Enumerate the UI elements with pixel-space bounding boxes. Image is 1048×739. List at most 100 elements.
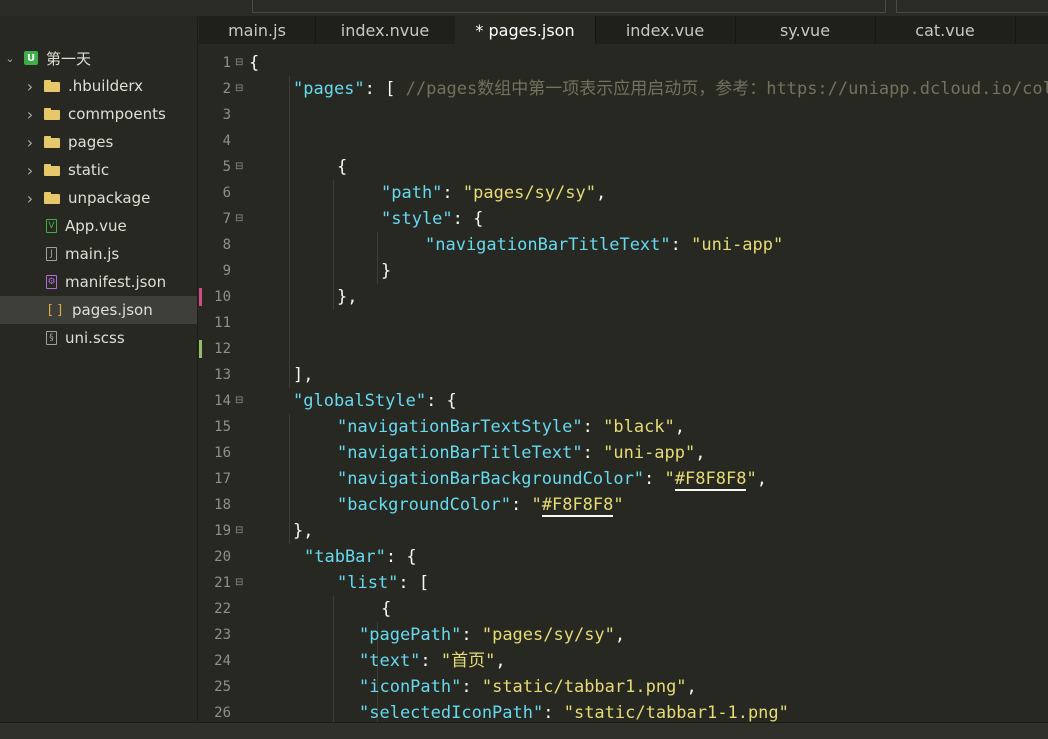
code-line: 16 "navigationBarTitleText": "uni-app", <box>199 440 1048 466</box>
code-text: }, <box>337 284 357 310</box>
tab-cat-vue[interactable]: cat.vue <box>875 16 1016 44</box>
search-box[interactable] <box>896 0 1048 13</box>
fold-icon[interactable]: ⊟ <box>235 388 243 414</box>
code-text: } <box>381 258 391 284</box>
string-token: "首页" <box>440 651 496 671</box>
sidebar-item-commpoents[interactable]: › commpoents <box>0 100 197 128</box>
address-bar[interactable] <box>252 0 886 13</box>
fold-icon[interactable]: ⊟ <box>235 518 243 544</box>
punctuation-token: ], <box>293 365 314 385</box>
fold-icon[interactable]: ⊟ <box>235 50 243 76</box>
code-text: "pages": [ //pages数组中第一项表示应用启动页，参考：https… <box>293 76 1048 102</box>
tab-index-nvue[interactable]: index.nvue <box>315 16 456 44</box>
sidebar-item-label: uni.scss <box>65 329 125 347</box>
line-number: 8 <box>222 237 231 253</box>
code-line: 18 "backgroundColor": "#F8F8F8" <box>199 492 1048 518</box>
sidebar-item-hbuilderx[interactable]: › .hbuilderx <box>0 72 197 100</box>
tab-pages-json[interactable]: * pages.json <box>455 16 596 44</box>
chevron-right-icon[interactable]: › <box>24 77 36 96</box>
string-token: #F8F8F8 <box>541 495 614 517</box>
punctuation-token: : <box>442 183 463 203</box>
chevron-right-icon[interactable]: › <box>24 189 36 208</box>
punctuation-token: , <box>686 677 697 697</box>
code-text: "text": "首页", <box>359 648 506 674</box>
code-text: { <box>337 154 347 180</box>
line-number: 9 <box>222 263 231 279</box>
line-number: 21 <box>214 575 231 591</box>
tab-sy-vue[interactable]: sy.vue <box>735 16 876 44</box>
code-line: 22 { <box>199 596 1048 622</box>
code-text: "globalStyle": { <box>293 388 457 414</box>
folder-icon <box>44 80 60 92</box>
line-number: 19 <box>214 523 231 539</box>
comment-token: //pages数组中第一项表示应用启动页，参考：https://uniapp.d… <box>405 79 1048 99</box>
tab-main-js[interactable]: main.js <box>199 16 316 44</box>
code-line: 20 "tabBar": { <box>199 544 1048 570</box>
tab-index-vue[interactable]: index.vue <box>595 16 736 44</box>
chevron-right-icon[interactable]: › <box>24 105 36 124</box>
folder-icon <box>44 136 60 148</box>
punctuation-token: , <box>495 651 506 671</box>
sidebar-item-unpackage[interactable]: › unpackage <box>0 184 197 212</box>
sidebar-item-manifest-json[interactable]: ⚙ manifest.json <box>0 268 197 296</box>
code-line: 7 ⊟ "style": { <box>199 206 1048 232</box>
sidebar-item-static[interactable]: › static <box>0 156 197 184</box>
tab-label: sy.vue <box>779 20 831 40</box>
sidebar-item-pages[interactable]: › pages <box>0 128 197 156</box>
project-root[interactable]: ⌄ U 第一天 <box>0 44 197 72</box>
string-token: "pages/sy/sy" <box>481 625 615 645</box>
json-key: "navigationBarTitleText" <box>425 235 671 255</box>
fold-icon[interactable]: ⊟ <box>235 154 243 180</box>
chevron-down-icon[interactable]: ⌄ <box>4 52 16 65</box>
line-number: 11 <box>214 315 231 331</box>
manifest-file-icon: ⚙ <box>46 275 57 289</box>
string-token: "static/tabbar1-1.png" <box>563 703 789 722</box>
sidebar-item-main-js[interactable]: Jmain.js <box>0 240 197 268</box>
project-name: 第一天 <box>46 49 92 68</box>
punctuation-token: { <box>249 53 260 73</box>
punctuation-token: : <box>644 469 665 489</box>
sidebar-item-label: manifest.json <box>65 273 167 291</box>
chevron-right-icon[interactable]: › <box>24 133 36 152</box>
fold-icon[interactable]: ⊟ <box>235 76 243 102</box>
code-text: { <box>381 596 391 622</box>
code-text: "tabBar": { <box>304 544 417 570</box>
code-text: { <box>249 50 259 76</box>
fold-icon[interactable]: ⊟ <box>235 570 243 596</box>
punctuation-token: , <box>695 443 706 463</box>
code-editor[interactable]: 1 ⊟{2 ⊟ "pages": [ //pages数组中第一项表示应用启动页，参考：… <box>199 44 1048 722</box>
json-key: "navigationBarTextStyle" <box>337 417 583 437</box>
line-number: 4 <box>222 133 231 149</box>
sidebar-item-uni-scss[interactable]: § uni.scss <box>0 324 197 352</box>
code-line: 5 ⊟ { <box>199 154 1048 180</box>
json-key: "iconPath" <box>359 677 462 697</box>
fold-icon[interactable]: ⊟ <box>235 206 243 232</box>
punctuation-token: : <box>461 677 482 697</box>
sidebar-item-app-vue[interactable]: V App.vue <box>0 212 197 240</box>
sidebar-item-label: pages <box>68 133 114 151</box>
line-number: 15 <box>214 419 231 435</box>
chevron-right-icon[interactable]: › <box>24 161 36 180</box>
string-token: "uni-app" <box>603 443 696 463</box>
uniapp-project-icon: U <box>24 51 38 65</box>
line-number: 17 <box>214 471 231 487</box>
line-number: 26 <box>214 705 231 721</box>
line-number: 23 <box>214 627 231 643</box>
punctuation-token: : <box>582 417 604 437</box>
json-key: "navigationBarTitleText" <box>337 443 583 463</box>
json-key: "style" <box>381 209 453 229</box>
line-number: 12 <box>214 341 231 357</box>
punctuation-token: : <box>511 495 532 515</box>
tab-label: cat.vue <box>915 20 975 40</box>
punctuation-token: : <box>420 651 441 671</box>
code-text: "iconPath": "static/tabbar1.png", <box>359 674 697 700</box>
scss-file-icon: § <box>46 331 57 345</box>
json-key: "text" <box>359 651 421 671</box>
line-number: 13 <box>214 367 231 383</box>
folder-icon <box>44 192 60 204</box>
punctuation-token: : <box>543 703 564 722</box>
sidebar-item-pages-json[interactable]: [ ] pages.json <box>0 296 197 324</box>
string-token: "black" <box>603 417 675 437</box>
line-number: 6 <box>222 185 231 201</box>
project-explorer: ⌄ U 第一天 › .hbuilderx › commpoents › pages › sta… <box>0 16 198 722</box>
